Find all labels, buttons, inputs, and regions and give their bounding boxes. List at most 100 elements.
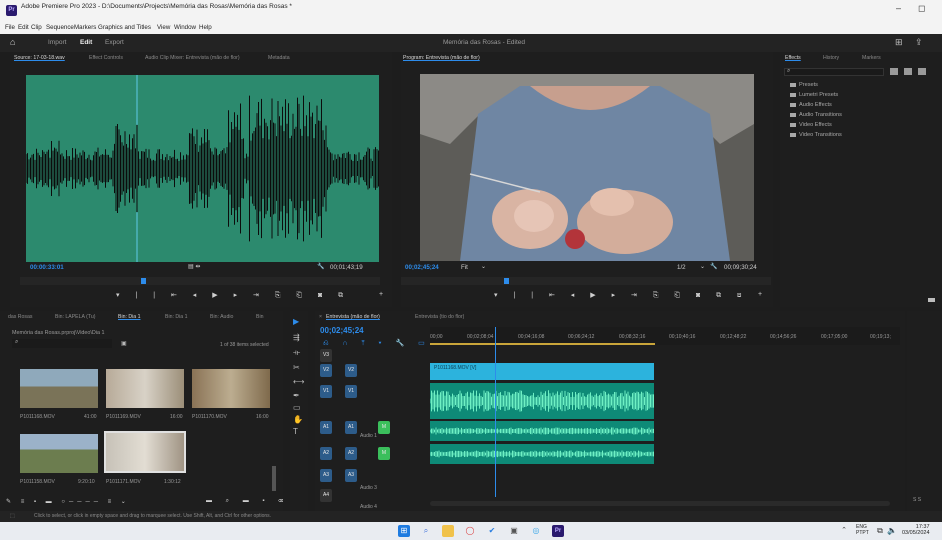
tab-export[interactable]: Export <box>105 39 124 46</box>
pen-tool-icon[interactable]: ✒ <box>293 391 300 400</box>
source-ruler-playhead[interactable] <box>141 278 146 284</box>
ripple-edit-tool-icon[interactable]: ⟛ <box>293 348 300 358</box>
menu-edit[interactable]: Edit <box>18 24 29 31</box>
new-bin-icon[interactable]: ▣ <box>121 340 127 347</box>
tab-history[interactable]: History <box>823 55 839 61</box>
slip-tool-icon[interactable]: ⟷ <box>293 377 304 386</box>
tab-bin-audio[interactable]: Bin: Audio <box>210 314 233 320</box>
clip-thumbnail[interactable] <box>192 369 270 408</box>
tab-edit[interactable]: Edit <box>80 39 92 46</box>
type-tool-icon[interactable]: T <box>293 427 298 436</box>
tab-program[interactable]: Program: Entrevista (mão de flor) <box>403 55 480 61</box>
meter-solo-buttons[interactable]: S S <box>913 497 921 503</box>
video-clip[interactable]: P1011168.MOV [V] <box>430 363 654 380</box>
timeline-tool-buttons[interactable]: ⎌ ∩ ⤒ ▾ 🔧 ▭ <box>323 339 431 348</box>
program-transport-controls[interactable]: ▾ | | ⇤ ◂ ▶ ▸ ⇥ ⎘ ⎗ ◙ ⧉ ⧈ <box>494 291 749 300</box>
audio-clip-a1[interactable] <box>430 383 654 419</box>
clip-thumbnail[interactable] <box>20 369 98 408</box>
track-v3[interactable]: V3 <box>320 349 332 362</box>
track-a1[interactable]: A1 <box>320 421 332 434</box>
tab-effect-controls[interactable]: Effect Controls <box>89 55 123 61</box>
effects-search-input[interactable]: ⌕ <box>784 68 884 76</box>
timeline-ruler[interactable]: 00;00 00;02;08;04 00;04;16;08 00;06;24;1… <box>430 327 900 345</box>
tab-sequence-active[interactable]: Entrevista (mão de flor) <box>326 314 380 320</box>
tab-import[interactable]: Import <box>48 39 66 46</box>
tab-audio-clip-mixer[interactable]: Audio Clip Mixer: Entrevista (mão de flo… <box>145 55 240 61</box>
program-add-button[interactable]: + <box>758 291 762 298</box>
menu-file[interactable]: File <box>5 24 15 31</box>
hand-tool-icon[interactable]: ✋ <box>293 415 303 424</box>
minimize-button[interactable]: – <box>896 3 901 13</box>
tab-project[interactable]: das Rosas <box>8 314 33 320</box>
program-time-ruler[interactable] <box>401 277 771 285</box>
source-transport-controls[interactable]: ▾ | | ⇤ ◂ ▶ ▸ ⇥ ⎘ ⎗ ◙ ⧉ <box>116 291 350 300</box>
effects-folder-video-effects[interactable]: Video Effects <box>790 122 832 128</box>
effects-folder-audio-transitions[interactable]: Audio Transitions <box>790 112 842 118</box>
timeline-playhead[interactable] <box>495 327 496 497</box>
home-icon[interactable]: ⌂ <box>10 37 15 47</box>
source-drag-icons[interactable]: ▤ ⇹ <box>188 263 200 270</box>
tab-bin[interactable]: Bin <box>256 314 264 320</box>
track-a3[interactable]: A3 <box>320 469 332 482</box>
maximize-button[interactable]: ◻ <box>918 3 925 14</box>
clip-thumbnail[interactable] <box>20 434 98 473</box>
menu-help[interactable]: Help <box>199 24 212 31</box>
close-icon[interactable]: × <box>319 314 322 320</box>
menu-graphics[interactable]: Graphics and Titles <box>98 24 151 31</box>
source-timecode-in[interactable]: 00:00:33:01 <box>30 264 64 271</box>
tab-source[interactable]: Source: 17-03-18.wav <box>14 55 65 61</box>
opera-icon[interactable]: ◯ <box>464 525 476 537</box>
menu-window[interactable]: Window <box>174 24 196 31</box>
audio-clip-a2[interactable] <box>430 421 654 441</box>
track-a3-target[interactable]: A3 <box>345 469 357 482</box>
menu-markers[interactable]: Markers <box>74 24 96 31</box>
tab-effects[interactable]: Effects <box>785 55 801 61</box>
file-explorer-icon[interactable] <box>442 525 454 537</box>
accelerated-effects-icon[interactable] <box>890 68 898 75</box>
track-v2-target[interactable]: V2 <box>345 364 357 377</box>
resolution-dropdown[interactable]: 1/2 <box>677 264 686 271</box>
language-indicator[interactable]: ENG PTPT <box>856 524 869 536</box>
effects-folder-video-transitions[interactable]: Video Transitions <box>790 132 842 138</box>
bin-footer-controls[interactable]: ✎ ≡ ▪ ▬ ○──── ≡ ⌄ <box>6 498 130 505</box>
track-a2-target[interactable]: A2 <box>345 447 357 460</box>
track-v2[interactable]: V2 <box>320 364 332 377</box>
effects-folder-lumetri[interactable]: Lumetri Presets <box>790 92 838 98</box>
selection-tool-icon[interactable]: ▶ <box>293 317 299 326</box>
track-a1-target[interactable]: A1 <box>345 421 357 434</box>
fit-dropdown[interactable]: Fit <box>461 264 468 271</box>
menu-view[interactable]: View <box>157 24 170 31</box>
tab-metadata[interactable]: Metadata <box>268 55 290 61</box>
wrench-icon[interactable]: 🔧 <box>710 263 717 270</box>
track-a2[interactable]: A2 <box>320 447 332 460</box>
track-a1-mute[interactable]: M <box>378 421 390 434</box>
clip-thumbnail[interactable] <box>106 369 184 408</box>
bin-scrollbar[interactable] <box>272 466 276 491</box>
track-a4[interactable]: A4 <box>320 489 332 502</box>
phone-icon[interactable]: ▣ <box>508 525 520 537</box>
network-icon[interactable]: ⧉ <box>874 525 886 537</box>
rectangle-tool-icon[interactable]: ▭ <box>293 403 301 412</box>
timeline-timecode[interactable]: 00;02;45;24 <box>320 326 364 335</box>
new-item-icon[interactable] <box>928 298 935 302</box>
timeline-horizontal-scrollbar[interactable] <box>430 501 890 506</box>
program-ruler-playhead[interactable] <box>504 278 509 284</box>
effects-folder-presets[interactable]: Presets <box>790 82 818 88</box>
yuv-effects-icon[interactable] <box>918 68 926 75</box>
32bit-effects-icon[interactable] <box>904 68 912 75</box>
effects-folder-audio-effects[interactable]: Audio Effects <box>790 102 832 108</box>
share-icon[interactable]: ⇪ <box>915 37 923 48</box>
wrench-icon[interactable]: 🔧 <box>317 263 324 270</box>
program-timecode[interactable]: 00;02;45;24 <box>405 264 439 271</box>
audio-clip-a3[interactable] <box>430 444 654 464</box>
source-add-button[interactable]: + <box>379 291 383 298</box>
track-a2-mute[interactable]: M <box>378 447 390 460</box>
bin-search-input[interactable]: ⌕ <box>12 339 112 348</box>
menu-sequence[interactable]: Sequence <box>46 24 74 31</box>
search-icon[interactable]: ⌕ <box>420 525 432 537</box>
source-waveform[interactable] <box>26 75 379 262</box>
menu-clip[interactable]: Clip <box>31 24 42 31</box>
chevron-down-icon[interactable]: ⌄ <box>700 263 705 270</box>
windows-start-icon[interactable]: ⊞ <box>398 525 410 537</box>
premiere-taskbar-icon[interactable]: Pr <box>552 525 564 537</box>
